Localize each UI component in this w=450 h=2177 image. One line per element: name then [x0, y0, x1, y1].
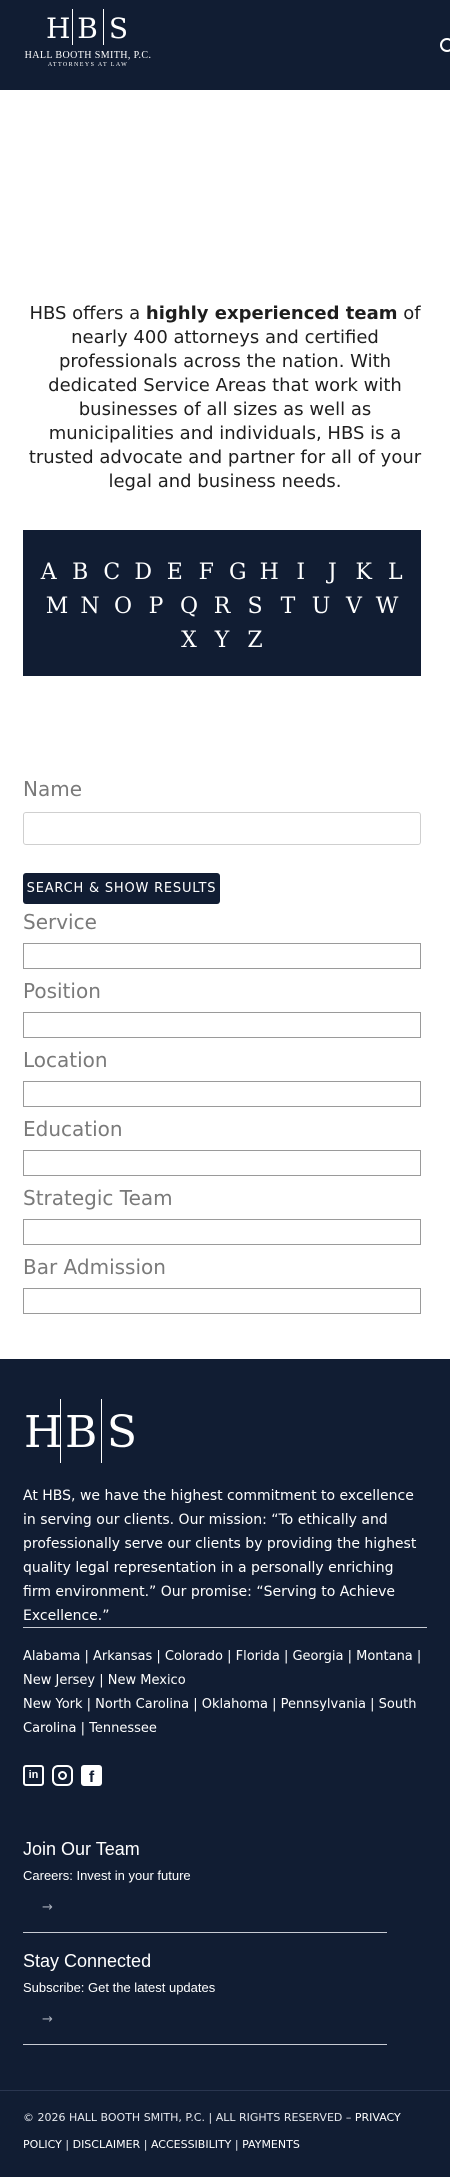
connect-divider: [23, 2044, 387, 2045]
letter-link-w[interactable]: W: [371, 590, 404, 624]
letter-link-i[interactable]: I: [285, 556, 317, 590]
separator: |: [234, 2138, 239, 2151]
letter-link-t[interactable]: T: [272, 590, 305, 624]
alphabet-row-1: A B C D E F G H I J K L: [33, 556, 411, 590]
copyright-text: © 2026 HALL BOOTH SMITH, P.C. | ALL RIGH…: [23, 2111, 352, 2124]
alphabet-filter: A B C D E F G H I J K L M N O P Q R S T …: [23, 530, 421, 676]
logo-letter-s: S: [108, 11, 130, 45]
letter-link-c[interactable]: C: [96, 556, 128, 590]
letter-link-h[interactable]: H: [254, 556, 286, 590]
join-team-heading: Join Our Team: [23, 1839, 140, 1859]
letter-link-g[interactable]: G: [222, 556, 254, 590]
alphabet-row-3: X Y Z: [33, 624, 411, 658]
education-select[interactable]: [23, 1150, 421, 1176]
location-label: Location: [23, 1048, 108, 1072]
name-label: Name: [23, 777, 83, 801]
careers-link[interactable]: Careers: Invest in your future: [23, 1868, 191, 1883]
footer-divider: [23, 1627, 427, 1628]
strategic-team-select[interactable]: [23, 1219, 421, 1245]
letter-link-x[interactable]: X: [173, 624, 206, 658]
letter-link-a[interactable]: A: [33, 556, 65, 590]
arrow-right-icon[interactable]: →: [42, 2012, 53, 2027]
strategic-team-label: Strategic Team: [23, 1186, 173, 1210]
logo-mark: HBS: [46, 9, 130, 48]
join-divider: [23, 1932, 387, 1933]
accessibility-link[interactable]: ACCESSIBILITY: [151, 2138, 231, 2151]
mission-statement: At HBS, we have the highest commitment t…: [23, 1488, 417, 1624]
footer-logo-divider: [60, 1399, 61, 1463]
site-footer: HB S At HBS, we have the highest commitme…: [0, 1359, 450, 2177]
location-select[interactable]: [23, 1081, 421, 1107]
letter-link-o[interactable]: O: [107, 590, 140, 624]
footer-logo[interactable]: HB S: [24, 1399, 138, 1467]
separator: |: [143, 2138, 148, 2151]
states-list-1: Alabama | Arkansas | Colorado | Florida …: [23, 1649, 422, 1688]
intro-text-end: of nearly 400 attorneys and certified pr…: [28, 303, 422, 492]
bar-admission-select[interactable]: [23, 1288, 421, 1314]
footer-bottom-divider: [0, 2090, 450, 2091]
separator: |: [65, 2138, 70, 2151]
footer-logo-letter-b: B: [65, 1406, 98, 1458]
stay-connected-heading: Stay Connected: [23, 1951, 152, 1971]
instagram-icon[interactable]: [52, 1765, 73, 1786]
letter-link-m[interactable]: M: [41, 590, 74, 624]
service-select[interactable]: [23, 943, 421, 969]
footer-logo-letter-s: S: [106, 1406, 138, 1458]
letter-link-u[interactable]: U: [305, 590, 338, 624]
letter-link-r[interactable]: R: [206, 590, 239, 624]
logo-letter-b: B: [77, 11, 99, 45]
logo-divider: [72, 9, 73, 45]
intro-text-start: HBS offers a: [29, 303, 146, 324]
letter-link-e[interactable]: E: [159, 556, 191, 590]
logo-divider: [103, 9, 104, 45]
intro-highlight: highly experienced team: [145, 303, 398, 324]
hbs-logo[interactable]: HBS HALL BOOTH SMITH, P.C. ATTORNEYS AT …: [20, 9, 156, 78]
bar-admission-label: Bar Admission: [23, 1255, 166, 1279]
letter-link-q[interactable]: Q: [173, 590, 206, 624]
intro-paragraph: HBS offers a highly experienced team of …: [24, 302, 426, 494]
letter-link-k[interactable]: K: [348, 556, 380, 590]
letter-link-z[interactable]: Z: [239, 624, 272, 658]
letter-link-b[interactable]: B: [65, 556, 97, 590]
letter-link-s[interactable]: S: [239, 590, 272, 624]
letter-link-l[interactable]: L: [380, 556, 412, 590]
alphabet-row-2: M N O P Q R S T U V W: [33, 590, 411, 624]
logo-firm-name: HALL BOOTH SMITH, P.C.: [24, 50, 152, 61]
position-label: Position: [23, 979, 101, 1003]
site-header: HBS HALL BOOTH SMITH, P.C. ATTORNEYS AT …: [0, 0, 450, 90]
logo-letter-h: H: [46, 11, 72, 45]
service-label: Service: [23, 910, 97, 934]
letter-link-f[interactable]: F: [191, 556, 223, 590]
letter-link-j[interactable]: J: [317, 556, 349, 590]
facebook-icon[interactable]: f: [81, 1765, 102, 1786]
social-links: in f: [23, 1765, 102, 1786]
arrow-right-icon[interactable]: →: [42, 1900, 53, 1915]
search-icon[interactable]: [438, 36, 450, 52]
logo-tagline: ATTORNEYS AT LAW: [47, 62, 129, 68]
search-show-results-button[interactable]: SEARCH & SHOW RESULTS: [23, 873, 220, 904]
footer-logo-divider: [101, 1399, 102, 1463]
letter-link-p[interactable]: P: [140, 590, 173, 624]
name-input[interactable]: [23, 812, 421, 845]
subscribe-link[interactable]: Subscribe: Get the latest updates: [23, 1980, 215, 1995]
payments-link[interactable]: PAYMENTS: [242, 2138, 300, 2151]
disclaimer-link[interactable]: DISCLAIMER: [73, 2138, 141, 2151]
letter-link-n[interactable]: N: [74, 590, 107, 624]
letter-link-y[interactable]: Y: [206, 624, 239, 658]
footer-logo-letter-h: H: [24, 1406, 63, 1458]
education-label: Education: [23, 1117, 123, 1141]
states-list-2: New York | North Carolina | Oklahoma | P…: [23, 1697, 417, 1736]
letter-link-v[interactable]: V: [338, 590, 371, 624]
letter-link-d[interactable]: D: [128, 556, 160, 590]
footer-legal: © 2026 HALL BOOTH SMITH, P.C. | ALL RIGH…: [23, 2104, 433, 2158]
position-select[interactable]: [23, 1012, 421, 1038]
linkedin-icon[interactable]: in: [23, 1765, 44, 1786]
